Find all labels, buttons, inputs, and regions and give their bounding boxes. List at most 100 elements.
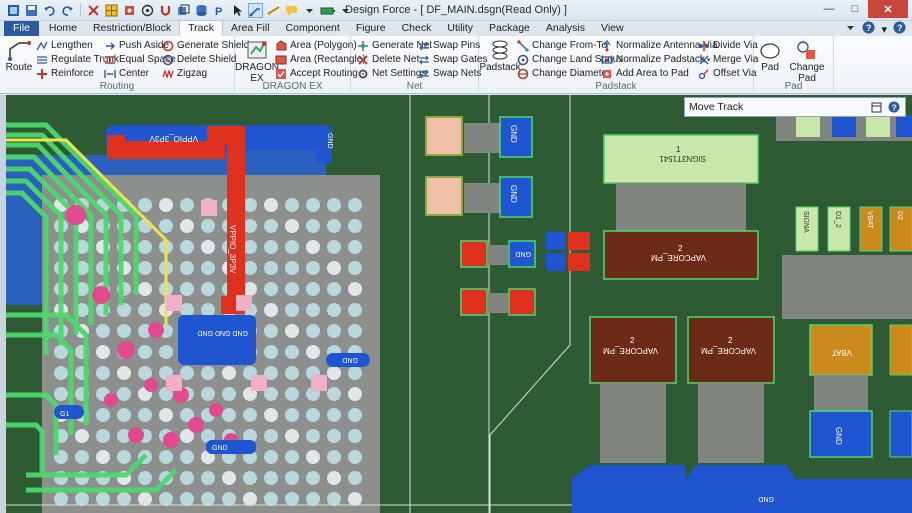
p-tool-icon[interactable]: P — [212, 3, 227, 18]
tab-area-fill[interactable]: Area Fill — [223, 21, 278, 36]
ribbon-options: ? ▾ ? — [845, 21, 906, 37]
help-icon[interactable]: ? — [862, 21, 875, 37]
close-button[interactable]: ✕ — [868, 0, 908, 18]
tab-package[interactable]: Package — [481, 21, 538, 36]
database-icon[interactable] — [194, 3, 209, 18]
bga-ball — [117, 408, 131, 422]
layers-icon[interactable] — [176, 3, 191, 18]
accept-routing-icon — [275, 68, 287, 80]
bga-ball — [222, 387, 236, 401]
merge-via-button[interactable]: Merge Via — [698, 53, 758, 66]
help-icon-alt[interactable]: ? — [893, 21, 906, 37]
panel-dock-icon[interactable] — [869, 100, 883, 114]
pale-pad-3 — [236, 295, 252, 311]
zigzag-label: Zigzag — [177, 68, 208, 79]
bga-ball — [327, 492, 341, 506]
help-dropdown-caret[interactable]: ▾ — [881, 23, 887, 36]
bga-ball — [306, 219, 320, 233]
tab-home[interactable]: Home — [41, 21, 85, 36]
delete-shield-icon — [162, 54, 174, 66]
pcb-canvas[interactable]: VPPIO_3P3V VPPIO_3P3V GND GND GND GND GN… — [6, 95, 912, 513]
bga-ball — [348, 366, 362, 380]
net-col-2: Swap Pins Swap Gates Swap Nets — [418, 39, 487, 80]
change-land-status-icon — [517, 54, 529, 66]
bga-ball — [96, 366, 110, 380]
grid-icon[interactable] — [104, 3, 119, 18]
bga-ball — [285, 261, 299, 275]
magnet-icon[interactable] — [158, 3, 173, 18]
bga-ball — [285, 492, 299, 506]
bga-ball — [327, 471, 341, 485]
bga-ball — [264, 429, 278, 443]
via-icon[interactable] — [140, 3, 155, 18]
window-controls: — □ ✕ — [816, 0, 908, 18]
undo-icon[interactable] — [42, 3, 57, 18]
minimize-button[interactable]: — — [816, 0, 842, 18]
offset-via-icon — [698, 68, 710, 80]
bga-ball — [180, 450, 194, 464]
vapcore-body-3 — [698, 383, 764, 463]
dropdown-caret-icon[interactable] — [302, 3, 317, 18]
swap-pins-button[interactable]: Swap Pins — [418, 39, 487, 52]
ribbon-collapse-icon[interactable] — [845, 22, 856, 36]
bga-ball — [348, 408, 362, 422]
tab-view[interactable]: View — [593, 21, 632, 36]
bga-ball — [159, 450, 173, 464]
change-pad-button[interactable]: Change Pad — [784, 39, 830, 84]
pcb-layout[interactable]: VPPIO_3P3V VPPIO_3P3V GND GND GND GND GN… — [6, 95, 912, 513]
swap-nets-button[interactable]: Swap Nets — [418, 67, 487, 80]
tab-track[interactable]: Track — [179, 20, 224, 36]
bga-ball — [54, 366, 68, 380]
gnd-pad-1-label: GND — [509, 125, 518, 143]
dragon-ex-button[interactable]: DRAGON EX — [235, 39, 279, 84]
gnd-stack-label: GND GND GND — [197, 329, 248, 336]
tab-file[interactable]: File — [4, 21, 39, 36]
maximize-button[interactable]: □ — [842, 0, 868, 18]
vbat-pad-2-label: D2 — [896, 211, 903, 220]
tab-analysis[interactable]: Analysis — [538, 21, 593, 36]
right-pale-pad-1 — [796, 115, 820, 137]
customize-qat-icon[interactable] — [338, 3, 353, 18]
divide-via-button[interactable]: Divide Via — [698, 39, 758, 52]
normalize-padstack-label: Normalize Padstack — [616, 54, 705, 65]
route-button[interactable]: Route — [4, 39, 34, 73]
bga-ball — [348, 303, 362, 317]
vapcore-pad-1-label: VAPCORE_PM — [651, 253, 706, 262]
route-tool-icon[interactable] — [248, 2, 263, 18]
bga-ball — [138, 240, 152, 254]
tab-check[interactable]: Check — [394, 21, 440, 36]
redo-icon[interactable] — [60, 3, 75, 18]
pointer-icon[interactable] — [230, 3, 245, 18]
vapcore-pad-2-label: VAPCORE_PM — [603, 346, 658, 355]
bga-ball — [159, 345, 173, 359]
delete-x-icon[interactable] — [86, 3, 101, 18]
measure-icon[interactable] — [266, 3, 281, 18]
component-icon[interactable] — [122, 3, 137, 18]
merge-via-label: Merge Via — [713, 54, 759, 65]
bga-ball — [348, 240, 362, 254]
pad-button[interactable]: Pad — [758, 39, 782, 73]
bga-ball — [285, 450, 299, 464]
bga-ball — [138, 345, 152, 359]
tab-component[interactable]: Component — [278, 21, 348, 36]
comment-icon[interactable] — [284, 3, 299, 18]
bga-ball — [285, 219, 299, 233]
offset-via-button[interactable]: Offset Via — [698, 67, 758, 80]
move-track-panel[interactable]: Move Track ? — [684, 97, 906, 117]
bga-ball — [138, 408, 152, 422]
panel-help-icon[interactable]: ? — [887, 100, 901, 114]
tab-restriction-block[interactable]: Restriction/Block — [85, 21, 179, 36]
padstack-button[interactable]: Padstack — [479, 39, 521, 73]
quick-access-toolbar: P — [0, 0, 353, 21]
group-net-label: Net — [406, 81, 423, 92]
save-icon[interactable] — [24, 3, 39, 18]
red-pad-1 — [460, 240, 488, 268]
swap-gates-button[interactable]: Swap Gates — [418, 53, 487, 66]
tab-utility[interactable]: Utility — [439, 21, 481, 36]
bga-ball — [327, 282, 341, 296]
tab-figure[interactable]: Figure — [348, 21, 394, 36]
component-body-b — [464, 183, 500, 213]
equal-space-icon — [104, 54, 116, 66]
battery-icon[interactable] — [320, 3, 335, 18]
area-polygon-label: Area (Polygon) — [290, 40, 357, 51]
